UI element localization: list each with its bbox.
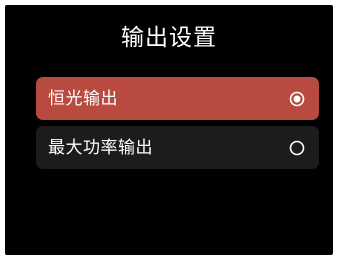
option-label: 恒光输出 — [48, 88, 118, 109]
option-constant-light-output[interactable]: 恒光输出 — [36, 77, 319, 120]
radio-selected-icon — [289, 91, 305, 107]
option-max-power-output[interactable]: 最大功率输出 — [36, 126, 319, 169]
page-title: 输出设置 — [121, 25, 217, 51]
device-screen: 输出设置 恒光输出 最大功率输出 — [5, 5, 333, 255]
radio-unselected-icon — [289, 140, 305, 156]
option-label: 最大功率输出 — [48, 137, 153, 158]
